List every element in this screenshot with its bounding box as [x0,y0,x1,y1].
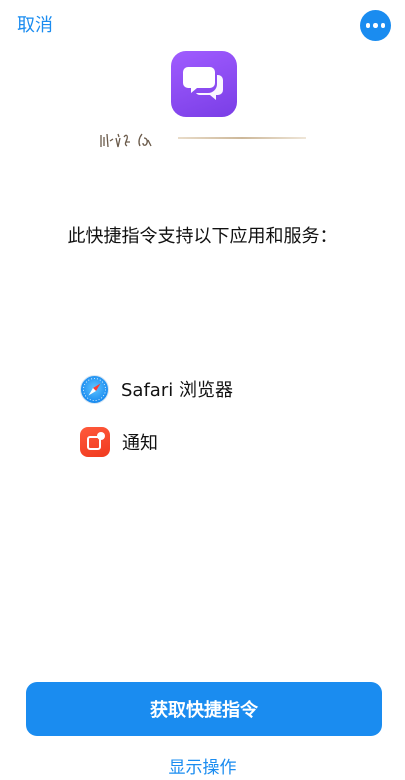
more-options-button[interactable] [360,10,391,41]
speech-bubbles-icon [183,67,223,100]
cancel-button[interactable]: 取消 [17,14,53,38]
service-label: Safari 浏览器 [121,380,233,401]
shortcut-name-signature [96,128,310,150]
signature-underline [178,137,306,139]
get-shortcut-button[interactable]: 获取快捷指令 [26,682,382,736]
notification-icon [80,427,110,457]
handwritten-signature [100,133,152,148]
ellipsis-icon [365,23,371,28]
service-item-notifications: 通知 [80,427,158,457]
top-bar: 取消 [0,0,405,54]
show-actions-link[interactable]: 显示操作 [0,757,405,780]
service-item-safari: Safari 浏览器 [80,374,233,404]
service-label: 通知 [122,433,158,454]
supported-services-heading: 此快捷指令支持以下应用和服务： [67,226,338,247]
safari-compass-icon [80,374,109,404]
shortcut-app-icon [171,51,237,117]
